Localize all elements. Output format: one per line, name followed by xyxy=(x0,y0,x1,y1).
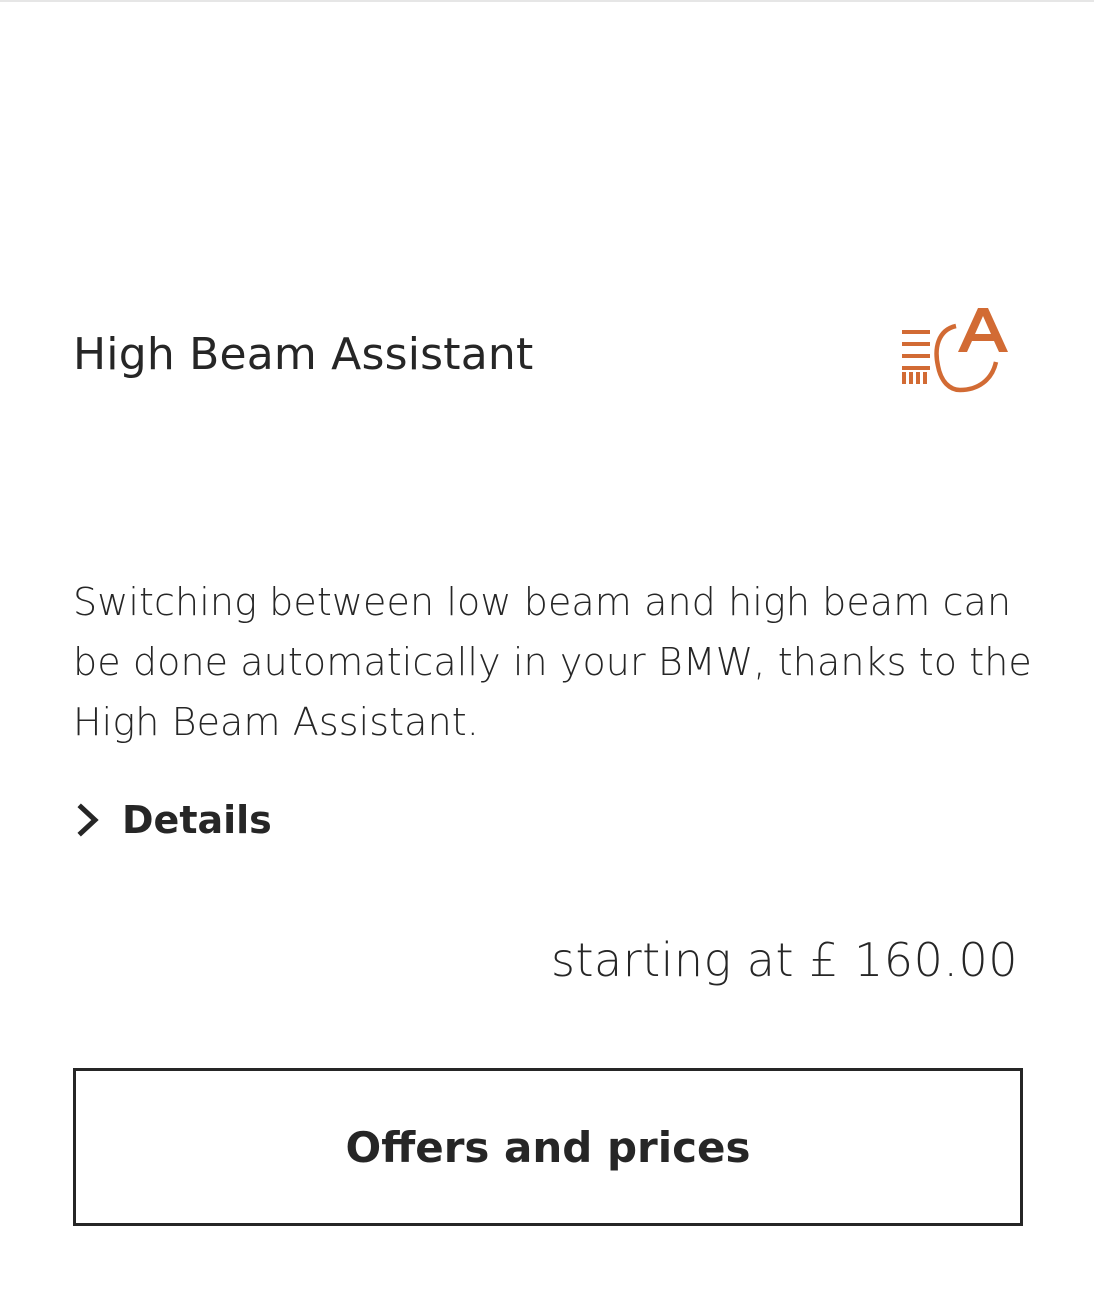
high-beam-assistant-icon xyxy=(902,308,1008,393)
details-label: Details xyxy=(122,798,272,842)
feature-description: Switching between low beam and high beam… xyxy=(73,580,1032,744)
details-link[interactable]: Details xyxy=(76,794,272,846)
price-text: starting at £ 160.00 xyxy=(551,933,1018,987)
feature-title: High Beam Assistant xyxy=(73,329,534,380)
feature-card: High Beam Assistant Switching between lo… xyxy=(0,0,1094,1296)
chevron-right-icon xyxy=(77,803,99,837)
offers-and-prices-button[interactable]: Offers and prices xyxy=(73,1068,1023,1226)
